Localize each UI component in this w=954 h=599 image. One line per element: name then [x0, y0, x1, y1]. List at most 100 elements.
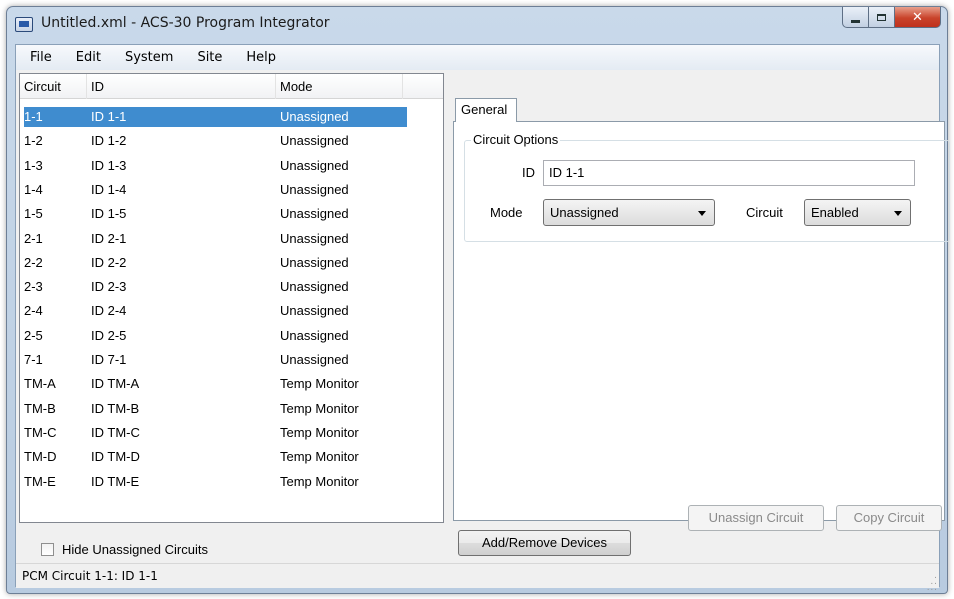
table-row[interactable]: 2-1 ID 2-1 Unassigned — [24, 229, 407, 249]
caption-buttons: ✕ — [842, 7, 941, 29]
table-row[interactable]: 2-3 ID 2-3 Unassigned — [24, 277, 407, 297]
chevron-down-icon — [698, 211, 706, 216]
row-circuit: 2-4 — [24, 303, 43, 319]
row-circuit: TM-B — [24, 400, 56, 416]
table-row[interactable]: TM-D ID TM-D Temp Monitor — [24, 447, 407, 467]
row-mode: Temp Monitor — [280, 400, 359, 416]
circuit-label: Circuit — [746, 205, 783, 220]
table-row[interactable]: TM-A ID TM-A Temp Monitor — [24, 374, 407, 394]
mode-select-value: Unassigned — [550, 205, 619, 220]
minimize-icon — [851, 19, 860, 23]
column-header-circuit[interactable]: Circuit — [20, 74, 87, 99]
row-id: ID TM-E — [91, 473, 140, 489]
row-circuit: 1-2 — [24, 133, 43, 149]
table-row[interactable]: 2-4 ID 2-4 Unassigned — [24, 301, 407, 321]
row-circuit: 2-2 — [24, 254, 43, 270]
table-row[interactable]: TM-C ID TM-C Temp Monitor — [24, 423, 407, 443]
row-circuit: 1-1 — [24, 109, 43, 124]
id-label: ID — [522, 165, 535, 180]
row-id: ID 1-5 — [91, 206, 127, 222]
status-text: PCM Circuit 1-1: ID 1-1 — [22, 569, 158, 583]
circuit-list[interactable]: Circuit ID Mode 1-1 ID 1-1 Unassigned 1-2 ID… — [19, 73, 444, 523]
circuit-select-value: Enabled — [811, 205, 859, 220]
row-circuit: TM-C — [24, 424, 57, 440]
menu-bar: File Edit System Site Help — [16, 45, 939, 70]
row-mode: Unassigned — [280, 303, 349, 319]
table-row[interactable]: 1-1 ID 1-1 Unassigned — [24, 107, 407, 127]
copy-circuit-button[interactable]: Copy Circuit — [836, 505, 942, 531]
row-id: ID 1-2 — [91, 133, 127, 149]
row-circuit: TM-D — [24, 449, 57, 465]
row-circuit: TM-E — [24, 473, 56, 489]
row-id: ID 2-2 — [91, 254, 127, 270]
status-bar: PCM Circuit 1-1: ID 1-1 .. .. . . — [16, 563, 939, 593]
menu-system[interactable]: System — [113, 50, 185, 65]
resize-grip-icon[interactable]: .. .. . . — [924, 572, 937, 593]
menu-file[interactable]: File — [18, 50, 64, 65]
row-id: ID 2-5 — [91, 327, 127, 343]
menu-edit[interactable]: Edit — [64, 50, 113, 65]
row-circuit: 2-3 — [24, 279, 43, 295]
list-header: Circuit ID Mode — [20, 74, 443, 99]
close-icon: ✕ — [912, 9, 923, 25]
table-row[interactable]: 1-5 ID 1-5 Unassigned — [24, 204, 407, 224]
row-id: ID 1-3 — [91, 157, 127, 173]
row-mode: Unassigned — [280, 157, 349, 173]
table-row[interactable]: 7-1 ID 7-1 Unassigned — [24, 350, 407, 370]
general-tab-panel: Circuit Options ID ID 1-1 Mode Unassigne… — [453, 121, 950, 531]
app-window: Untitled.xml - ACS-30 Program Integrator… — [6, 6, 950, 594]
circuit-options-group: Circuit Options ID ID 1-1 Mode Unassigne… — [464, 132, 950, 242]
table-row[interactable]: 1-4 ID 1-4 Unassigned — [24, 180, 407, 200]
table-row[interactable]: 2-5 ID 2-5 Unassigned — [24, 326, 407, 346]
menu-site[interactable]: Site — [185, 50, 234, 65]
row-mode: Unassigned — [280, 230, 349, 246]
row-circuit: TM-A — [24, 376, 56, 392]
row-mode: Unassigned — [280, 254, 349, 270]
row-circuit: 7-1 — [24, 352, 43, 367]
row-id: ID 2-4 — [91, 303, 127, 319]
add-remove-devices-button[interactable]: Add/Remove Devices — [458, 530, 631, 556]
title-bar[interactable]: Untitled.xml - ACS-30 Program Integrator… — [7, 7, 947, 43]
column-header-id[interactable]: ID — [87, 74, 276, 99]
table-row[interactable]: 1-2 ID 1-2 Unassigned — [24, 131, 407, 151]
row-id: ID 1-4 — [91, 181, 127, 197]
maximize-icon — [877, 13, 886, 21]
table-row[interactable]: 1-3 ID 1-3 Unassigned — [24, 156, 407, 176]
row-mode: Temp Monitor — [280, 473, 359, 489]
tab-general[interactable]: General — [455, 98, 517, 122]
table-row[interactable]: 2-2 ID 2-2 Unassigned — [24, 253, 407, 273]
unassign-circuit-button[interactable]: Unassign Circuit — [688, 505, 824, 531]
row-id: ID TM-A — [91, 376, 140, 392]
row-id: ID 2-1 — [91, 230, 127, 246]
mode-select[interactable]: Unassigned — [543, 199, 715, 226]
hide-unassigned-checkbox[interactable] — [41, 542, 54, 556]
circuit-options-label: Circuit Options — [471, 132, 561, 147]
row-circuit: 1-5 — [24, 206, 43, 222]
row-mode: Unassigned — [280, 279, 349, 295]
row-id: ID 7-1 — [91, 352, 127, 367]
id-input[interactable]: ID 1-1 — [543, 160, 915, 186]
maximize-button[interactable] — [869, 7, 895, 28]
circuit-select[interactable]: Enabled — [804, 199, 911, 226]
chevron-down-icon — [894, 211, 902, 216]
client-area: File Edit System Site Help Circuit ID Mo… — [15, 44, 950, 593]
row-mode: Unassigned — [280, 327, 349, 343]
row-circuit: 2-1 — [24, 230, 43, 246]
row-circuit: 2-5 — [24, 327, 43, 343]
row-mode: Unassigned — [280, 181, 349, 197]
mode-label: Mode — [490, 205, 523, 220]
close-button[interactable]: ✕ — [895, 7, 941, 28]
row-mode: Temp Monitor — [280, 449, 359, 465]
row-mode: Unassigned — [280, 206, 349, 222]
row-id: ID TM-D — [91, 449, 140, 465]
column-header-mode[interactable]: Mode — [276, 74, 403, 99]
menu-help[interactable]: Help — [234, 50, 288, 65]
minimize-button[interactable] — [842, 7, 869, 28]
hide-unassigned-option[interactable]: Hide Unassigned Circuits — [41, 541, 208, 557]
row-id: ID 2-3 — [91, 279, 127, 295]
row-id: ID TM-B — [91, 400, 140, 416]
table-row[interactable]: TM-B ID TM-B Temp Monitor — [24, 399, 407, 419]
app-icon[interactable] — [15, 17, 33, 32]
table-row[interactable]: TM-E ID TM-E Temp Monitor — [24, 472, 407, 492]
window-title: Untitled.xml - ACS-30 Program Integrator — [41, 15, 330, 31]
